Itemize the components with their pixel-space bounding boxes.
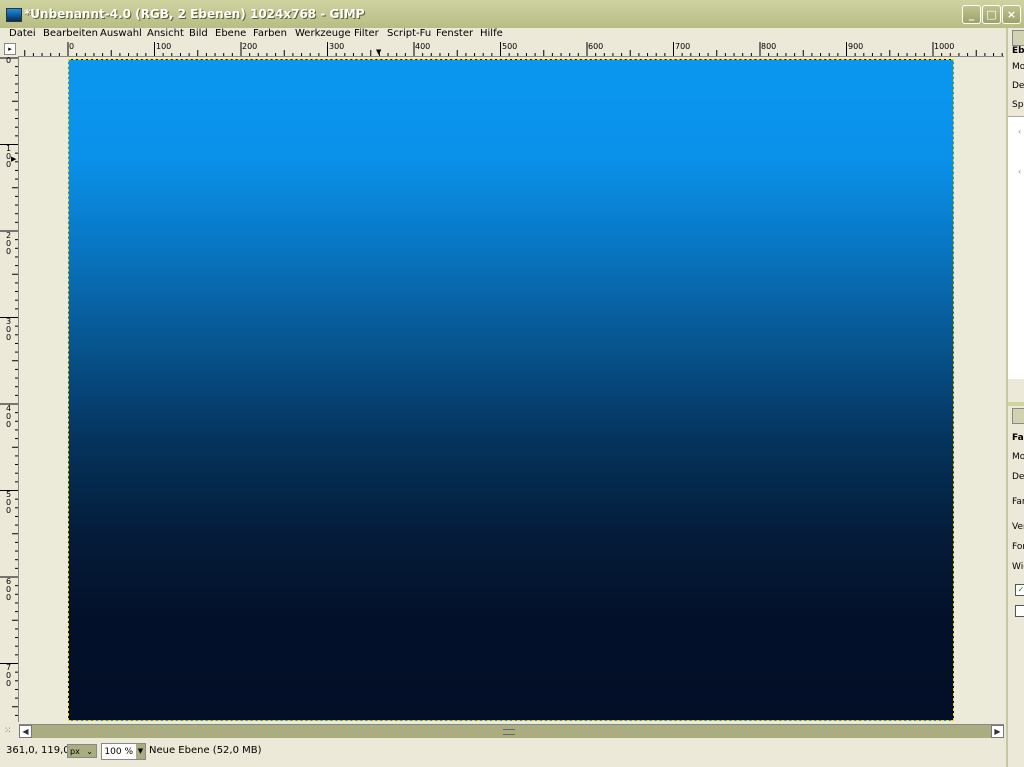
layers-panel-label: Ebe bbox=[1012, 46, 1024, 56]
ruler-v-label: 4 0 0 bbox=[6, 404, 12, 429]
title-bar: *Unbenannt-4.0 (RGB, 2 Ebenen) 1024x768 … bbox=[0, 0, 1024, 29]
ruler-v-label: 3 0 0 bbox=[6, 317, 12, 342]
window-title: *Unbenannt-4.0 (RGB, 2 Ebenen) 1024x768 … bbox=[24, 7, 365, 21]
offset-label: Ver bbox=[1012, 522, 1024, 532]
unit-value: px bbox=[70, 747, 80, 756]
canvas-area[interactable] bbox=[19, 57, 1004, 722]
tool-options-label: Far bbox=[1012, 433, 1024, 443]
menu-bar: Datei Bearbeiten Auswahl Ansicht Bild Eb… bbox=[0, 28, 1006, 42]
scroll-right-button[interactable]: ▶ bbox=[991, 725, 1004, 738]
menu-ebene[interactable]: Ebene bbox=[215, 28, 246, 39]
close-button[interactable]: × bbox=[1002, 5, 1021, 24]
menu-farben[interactable]: Farben bbox=[253, 28, 287, 39]
layer-visibility-icon[interactable]: ‹ bbox=[1018, 167, 1021, 176]
status-bar: ⁙ 361,0, 119,0 px ⌄ 100 % ▼ Neue Ebene (… bbox=[0, 726, 1006, 767]
repeat-label: Wie bbox=[1012, 562, 1024, 572]
zoom-value: 100 % bbox=[104, 747, 133, 757]
ruler-h-label: 300 bbox=[329, 42, 345, 51]
chevron-down-icon: ⌄ bbox=[86, 747, 93, 756]
minimize-button[interactable]: _ bbox=[962, 5, 981, 24]
ruler-h-label: 900 bbox=[848, 42, 864, 51]
ruler-h-label: 700 bbox=[675, 42, 691, 51]
dock-panel: Ebe Mo De Spe ‹ ‹ Far Mo De Far Ver For … bbox=[1006, 28, 1024, 767]
gradient-label: Far bbox=[1012, 497, 1024, 507]
adaptive-checkbox[interactable] bbox=[1015, 605, 1024, 617]
image-canvas[interactable] bbox=[68, 59, 954, 721]
shape-label: For bbox=[1012, 542, 1024, 552]
menu-bearbeiten[interactable]: Bearbeiten bbox=[43, 28, 98, 39]
ruler-h-label: 800 bbox=[761, 42, 777, 51]
mode-label: Mo bbox=[1012, 452, 1024, 462]
menu-werkzeuge[interactable]: Werkzeuge bbox=[295, 28, 351, 39]
layer-info: Neue Ebene (52,0 MB) bbox=[149, 745, 262, 756]
opacity-label: De bbox=[1012, 81, 1024, 91]
ruler-v-label: 0 bbox=[6, 56, 12, 65]
vertical-ruler[interactable]: 0 1 0 0 2 0 0 3 0 0 4 0 0 5 0 0 6 0 0 7 … bbox=[0, 56, 19, 722]
zoom-select[interactable]: 100 % ▼ bbox=[101, 743, 146, 760]
menu-hilfe[interactable]: Hilfe bbox=[480, 28, 503, 39]
chevron-down-icon[interactable]: ▼ bbox=[136, 744, 145, 759]
ruler-pointer-marker-icon: ▶ bbox=[11, 155, 17, 163]
menu-datei[interactable]: Datei bbox=[9, 28, 36, 39]
horizontal-ruler[interactable]: 0 100 200 300 400 500 600 700 800 900 10… bbox=[18, 42, 1004, 57]
ruler-v-label: 7 0 0 bbox=[6, 663, 12, 688]
menu-script-fu[interactable]: Script-Fu bbox=[387, 28, 431, 39]
horizontal-scrollbar[interactable]: ◀ ▶ bbox=[19, 724, 1004, 738]
menu-bild[interactable]: Bild bbox=[189, 28, 208, 39]
ruler-h-label: 0 bbox=[69, 42, 75, 51]
ruler-v-label: 2 0 0 bbox=[6, 231, 12, 256]
menu-ansicht[interactable]: Ansicht bbox=[147, 28, 184, 39]
gradient-tab-icon[interactable] bbox=[1012, 408, 1024, 424]
ruler-h-label: 200 bbox=[242, 42, 258, 51]
ruler-h-label: 600 bbox=[588, 42, 604, 51]
ruler-h-label: 400 bbox=[415, 42, 431, 51]
mode-label: Mo bbox=[1012, 62, 1024, 72]
ruler-corner: ▸ bbox=[0, 42, 18, 56]
ruler-pointer-marker-icon: ▼ bbox=[376, 48, 382, 56]
quick-mask-toggle-icon[interactable]: ▸ bbox=[4, 43, 16, 55]
opacity-label: De bbox=[1012, 472, 1024, 482]
scroll-grip-icon[interactable] bbox=[503, 729, 515, 735]
pointer-coordinates: 361,0, 119,0 bbox=[6, 745, 70, 756]
maximize-button[interactable]: □ bbox=[982, 5, 1001, 24]
unit-select[interactable]: px ⌄ bbox=[67, 744, 97, 758]
gimp-image-icon bbox=[6, 8, 22, 22]
menu-filter[interactable]: Filter bbox=[354, 28, 379, 39]
menu-fenster[interactable]: Fenster bbox=[436, 28, 473, 39]
panel-divider[interactable] bbox=[1008, 402, 1024, 406]
dithering-checkbox[interactable]: ✓ bbox=[1015, 584, 1024, 596]
scroll-left-button[interactable]: ◀ bbox=[19, 725, 32, 738]
ruler-h-label: 1000 bbox=[934, 42, 955, 51]
layer-visibility-icon[interactable]: ‹ bbox=[1018, 127, 1021, 136]
lock-label: Spe bbox=[1012, 100, 1024, 110]
layers-tab-icon[interactable] bbox=[1012, 30, 1024, 46]
layers-list[interactable]: ‹ ‹ bbox=[1008, 116, 1024, 379]
ruler-v-label: 6 0 0 bbox=[6, 577, 12, 602]
ruler-v-label: 5 0 0 bbox=[6, 490, 12, 515]
menu-auswahl[interactable]: Auswahl bbox=[100, 28, 142, 39]
navigate-icon[interactable]: ⁙ bbox=[4, 726, 12, 736]
ruler-h-label: 500 bbox=[502, 42, 518, 51]
ruler-h-label: 100 bbox=[156, 42, 172, 51]
